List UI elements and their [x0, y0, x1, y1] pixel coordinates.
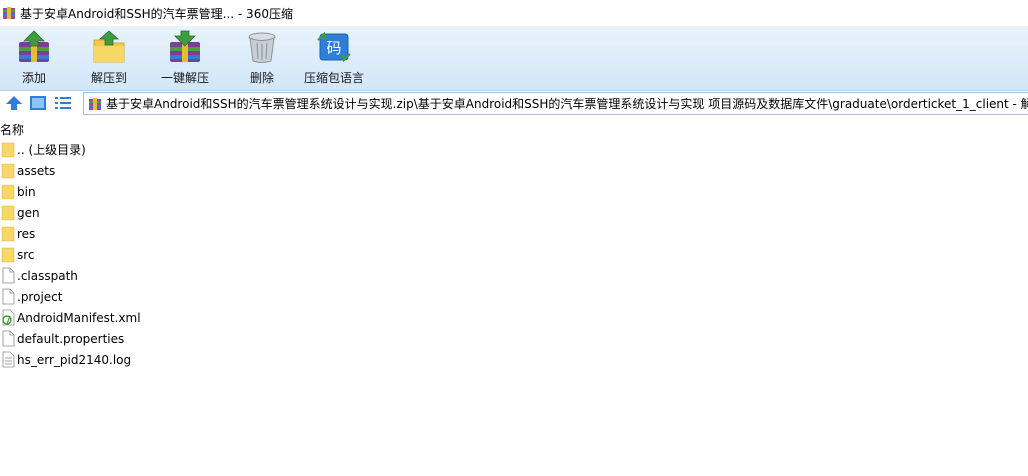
add-button[interactable]: 添加	[16, 30, 52, 86]
item-name: res	[17, 226, 36, 241]
file-list: .. (上级目录) assets bin gen res src .classp…	[0, 139, 1028, 370]
add-label: 添加	[21, 71, 46, 85]
file-icon	[2, 267, 15, 284]
folder-icon	[1, 247, 15, 263]
add-icon	[19, 30, 49, 62]
up-arrow-icon[interactable]	[5, 95, 23, 111]
list-item-file[interactable]: hs_err_pid2140.log	[0, 349, 1028, 370]
item-name: .project	[17, 289, 63, 304]
list-view-icon[interactable]	[54, 95, 72, 111]
item-name: default.properties	[17, 331, 125, 346]
folder-icon	[1, 184, 15, 200]
item-name: hs_err_pid2140.log	[17, 352, 132, 367]
item-name: gen	[17, 205, 40, 220]
item-name: .classpath	[17, 268, 78, 283]
folder-icon	[1, 163, 15, 179]
item-name: .. (上级目录)	[17, 143, 86, 157]
list-item-file[interactable]: .project	[0, 286, 1028, 307]
archive-app-icon	[3, 7, 15, 19]
list-item-parent-dir[interactable]: .. (上级目录)	[0, 139, 1028, 160]
one-click-extract-icon	[170, 30, 200, 62]
toolbar: 添加 解压到 一键解压 删除 码 压缩包语言	[0, 26, 1028, 91]
address-path-field[interactable]: 基于安卓Android和SSH的汽车票管理系统设计与实现.zip\基于安卓And…	[83, 92, 1028, 115]
window-title: 基于安卓Android和SSH的汽车票管理... - 360压缩	[20, 6, 293, 21]
folder-icon	[1, 226, 15, 242]
file-icon	[2, 330, 15, 347]
item-name: assets	[17, 163, 56, 178]
archive-icon	[89, 97, 101, 110]
address-bar: 基于安卓Android和SSH的汽车票管理系统设计与实现.zip\基于安卓And…	[0, 91, 1028, 116]
folder-icon	[1, 205, 15, 221]
archive-comment-label: 压缩包语言	[304, 71, 365, 85]
item-name: bin	[17, 184, 36, 199]
xml-file-icon	[2, 309, 15, 326]
list-item-file[interactable]: default.properties	[0, 328, 1028, 349]
item-name: src	[17, 247, 35, 262]
list-item-folder[interactable]: assets	[0, 160, 1028, 181]
list-item-file[interactable]: .classpath	[0, 265, 1028, 286]
list-item-file[interactable]: AndroidManifest.xml	[0, 307, 1028, 328]
folder-icon	[1, 142, 15, 158]
delete-label: 删除	[249, 71, 274, 85]
list-item-folder[interactable]: src	[0, 244, 1028, 265]
trash-icon	[248, 32, 276, 63]
code-comment-icon: 码	[317, 31, 351, 63]
address-path: 基于安卓Android和SSH的汽车票管理系统设计与实现.zip\基于安卓And…	[106, 97, 1028, 111]
one-click-extract-label: 一键解压	[161, 71, 210, 85]
extract-to-label: 解压到	[91, 71, 128, 85]
list-item-folder[interactable]: res	[0, 223, 1028, 244]
extract-to-icon	[93, 30, 125, 63]
log-file-icon	[2, 351, 15, 368]
thumbnail-view-icon[interactable]	[29, 95, 47, 111]
column-header: 名称	[0, 120, 1028, 138]
item-name: AndroidManifest.xml	[17, 310, 141, 325]
title-bar: 基于安卓Android和SSH的汽车票管理... - 360压缩	[0, 0, 1028, 26]
list-item-folder[interactable]: bin	[0, 181, 1028, 202]
code-glyph: 码	[326, 39, 341, 57]
file-icon	[2, 288, 15, 305]
column-name-header[interactable]: 名称	[0, 121, 24, 138]
delete-button[interactable]: 删除	[244, 30, 280, 86]
one-click-extract-button[interactable]: 一键解压	[161, 30, 209, 86]
extract-to-button[interactable]: 解压到	[91, 30, 127, 86]
list-item-folder[interactable]: gen	[0, 202, 1028, 223]
archive-comment-button[interactable]: 码 压缩包语言	[304, 30, 364, 86]
